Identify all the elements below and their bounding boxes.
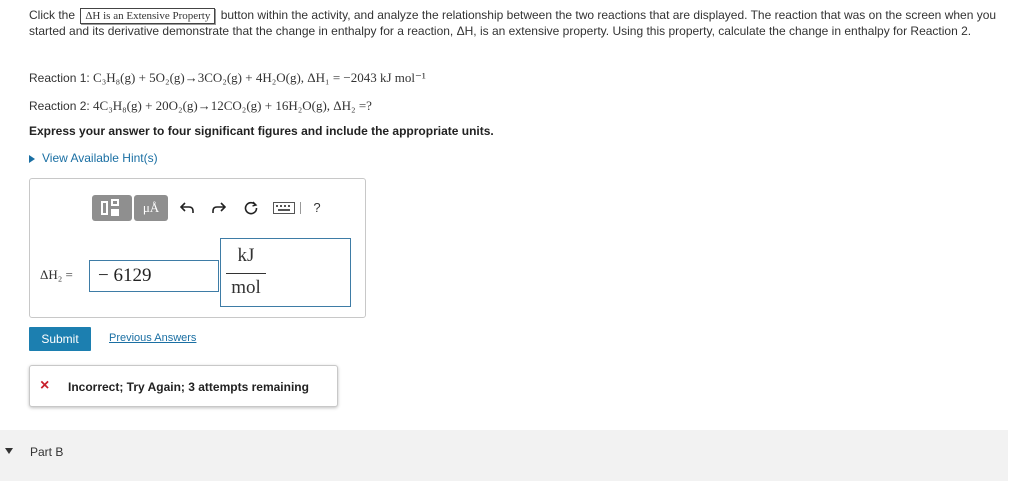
fraction-bar: [226, 273, 266, 274]
reset-icon[interactable]: [238, 195, 264, 221]
toolbar-divider: [300, 202, 301, 214]
help-button[interactable]: ?: [307, 195, 327, 221]
answer-lhs: ΔH₂ =: [40, 267, 73, 282]
answer-unit-input[interactable]: kJ mol: [220, 238, 351, 307]
unit-denominator: mol: [231, 277, 261, 298]
reaction-2-label: Reaction 2:: [29, 99, 90, 113]
reaction-1-label: Reaction 1:: [29, 71, 90, 85]
reaction-1: Reaction 1: C₃H₈(g) + 5O₂(g)→3CO₂(g) + 4…: [29, 70, 426, 86]
previous-answers-link[interactable]: Previous Answers: [109, 332, 196, 344]
view-hints-link[interactable]: View Available Hint(s): [29, 151, 158, 165]
reaction-2: Reaction 2: 4C₃H₈(g) + 20O₂(g)→12CO₂(g) …: [29, 98, 372, 114]
expand-triangle-icon: [29, 154, 35, 163]
undo-icon[interactable]: [174, 195, 200, 221]
units-button[interactable]: μÅ: [134, 195, 168, 221]
reaction-2-equation: 4C₃H₈(g) + 20O₂(g)→12CO₂(g) + 16H₂O(g), …: [93, 98, 372, 113]
extensive-property-button[interactable]: ΔH is an Extensive Property: [80, 8, 216, 24]
submit-button[interactable]: Submit: [29, 327, 91, 351]
unit-numerator: kJ: [237, 245, 255, 266]
answer-box: μÅ ? ΔH₂ = − 6129 kJ mol: [29, 178, 366, 318]
part-b-header[interactable]: Part B: [0, 430, 1008, 481]
feedback-message: Incorrect; Try Again; 3 attempts remaini…: [68, 380, 309, 394]
answer-value-input[interactable]: − 6129: [89, 260, 219, 292]
view-hints-label: View Available Hint(s): [42, 151, 158, 165]
reaction-1-equation: C₃H₈(g) + 5O₂(g)→3CO₂(g) + 4H₂O(g), ΔH₁ …: [93, 70, 426, 85]
intro-prefix: Click the: [29, 8, 76, 22]
redo-icon[interactable]: [206, 195, 232, 221]
intro-text: Click the ΔH is an Extensive Property bu…: [29, 8, 1009, 38]
keyboard-icon[interactable]: [270, 195, 298, 221]
templates-icon[interactable]: [92, 195, 132, 221]
incorrect-icon: ×: [40, 377, 50, 394]
feedback-box: × Incorrect; Try Again; 3 attempts remai…: [29, 365, 338, 407]
answer-prompt: Express your answer to four significant …: [29, 124, 494, 138]
math-toolbar: μÅ ?: [92, 194, 327, 222]
collapse-triangle-icon: [5, 448, 13, 454]
part-b-label: Part B: [30, 445, 64, 459]
